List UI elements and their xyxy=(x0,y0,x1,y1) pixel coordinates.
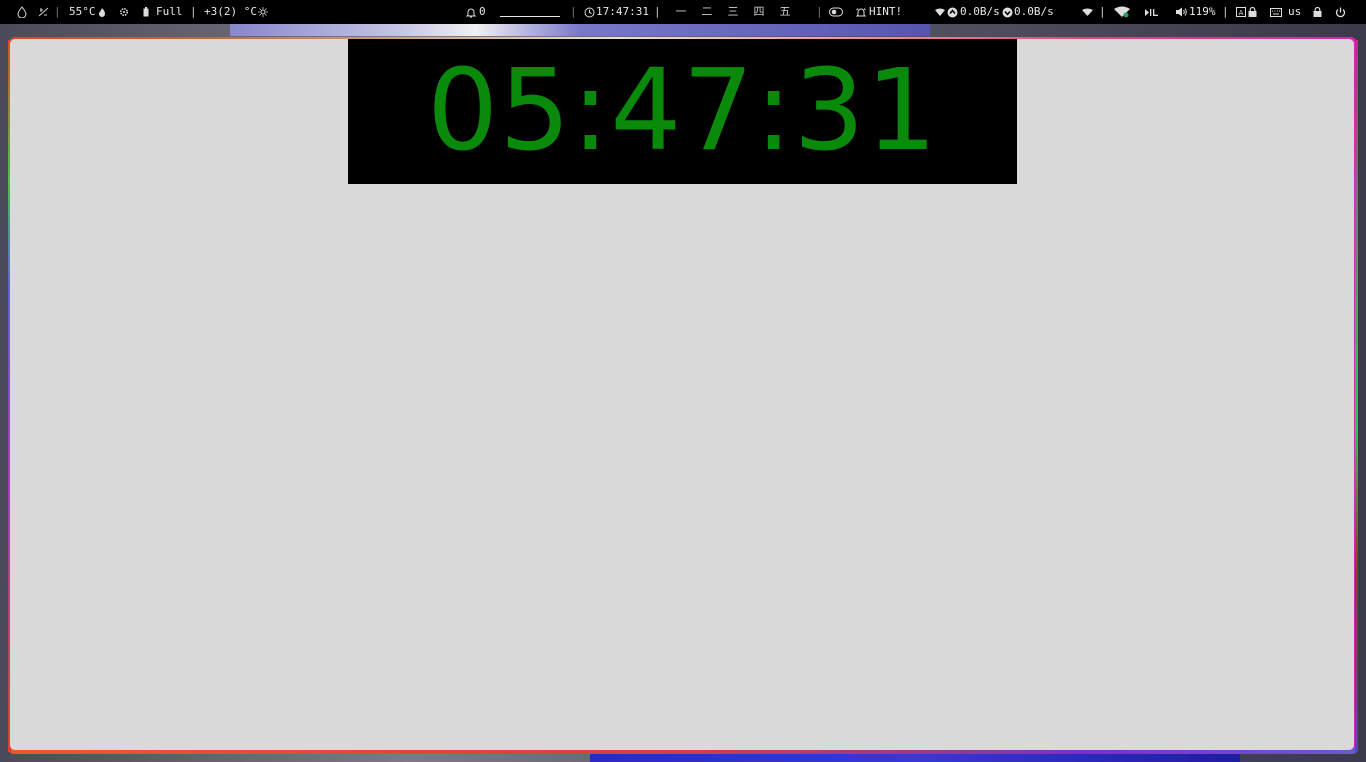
download-icon xyxy=(1002,0,1013,24)
sun-icon xyxy=(258,0,268,24)
separator: | xyxy=(654,5,661,18)
clock-icon xyxy=(584,0,595,24)
signal-icon[interactable] xyxy=(1082,0,1093,24)
workspace-3[interactable]: 三 xyxy=(720,0,746,24)
svg-text:A: A xyxy=(1239,9,1244,17)
network-icon[interactable] xyxy=(1114,0,1130,24)
drop-icon[interactable] xyxy=(17,0,27,24)
caps-icon: A xyxy=(1236,0,1246,24)
upload-icon xyxy=(947,0,958,24)
digital-clock-display: 05:47:31 PM xyxy=(348,39,1017,184)
lock-icon xyxy=(1248,0,1257,24)
media-progress-bar[interactable] xyxy=(500,16,560,17)
slash-icon[interactable] xyxy=(38,0,49,24)
workspace-4[interactable]: 四 xyxy=(746,0,772,24)
net-upload-speed[interactable]: 0.0B/s xyxy=(960,0,1000,24)
battery-icon xyxy=(143,0,149,24)
bell-icon[interactable] xyxy=(466,0,476,24)
flame-icon xyxy=(98,0,106,24)
alarm-icon xyxy=(856,0,866,24)
separator: | xyxy=(54,5,61,18)
workspace-1[interactable]: 一 xyxy=(668,0,694,24)
net-download-speed[interactable]: 0.0B/s xyxy=(1014,0,1054,24)
battery-status[interactable]: Full xyxy=(156,0,183,24)
status-bar: | 55°C Full | +3(2) °C 0 | 17:47:31 | 一 … xyxy=(0,0,1366,24)
volume-icon[interactable] xyxy=(1176,0,1188,24)
keyboard-icon xyxy=(1270,0,1282,24)
separator: | xyxy=(816,5,823,18)
volume-level[interactable]: 119% xyxy=(1189,0,1216,24)
wifi-icon xyxy=(935,0,945,24)
separator: | xyxy=(1222,5,1229,18)
workspace-5[interactable]: 五 xyxy=(772,0,798,24)
separator: | xyxy=(1099,5,1106,18)
topbar-clock[interactable]: 17:47:31 xyxy=(596,0,649,24)
power-icon[interactable] xyxy=(1335,0,1346,24)
cpu-temperature[interactable]: 55°C xyxy=(69,0,96,24)
separator: | xyxy=(570,5,577,18)
weather-temperature[interactable]: +3(2) °C xyxy=(204,0,257,24)
separator: | xyxy=(190,5,197,18)
toggle-icon[interactable] xyxy=(829,0,843,24)
gear-icon[interactable] xyxy=(119,0,129,24)
wallpaper-strip xyxy=(230,24,930,36)
screen-lock-icon[interactable] xyxy=(1313,0,1322,24)
workspace-switcher: 一 二 三 四 五 xyxy=(668,0,798,24)
media-icon[interactable] xyxy=(1145,0,1159,24)
workspace-2[interactable]: 二 xyxy=(694,0,720,24)
keyboard-layout[interactable]: us xyxy=(1288,0,1301,24)
hint-label[interactable]: HINT! xyxy=(869,0,902,24)
notification-count[interactable]: 0 xyxy=(479,0,486,24)
